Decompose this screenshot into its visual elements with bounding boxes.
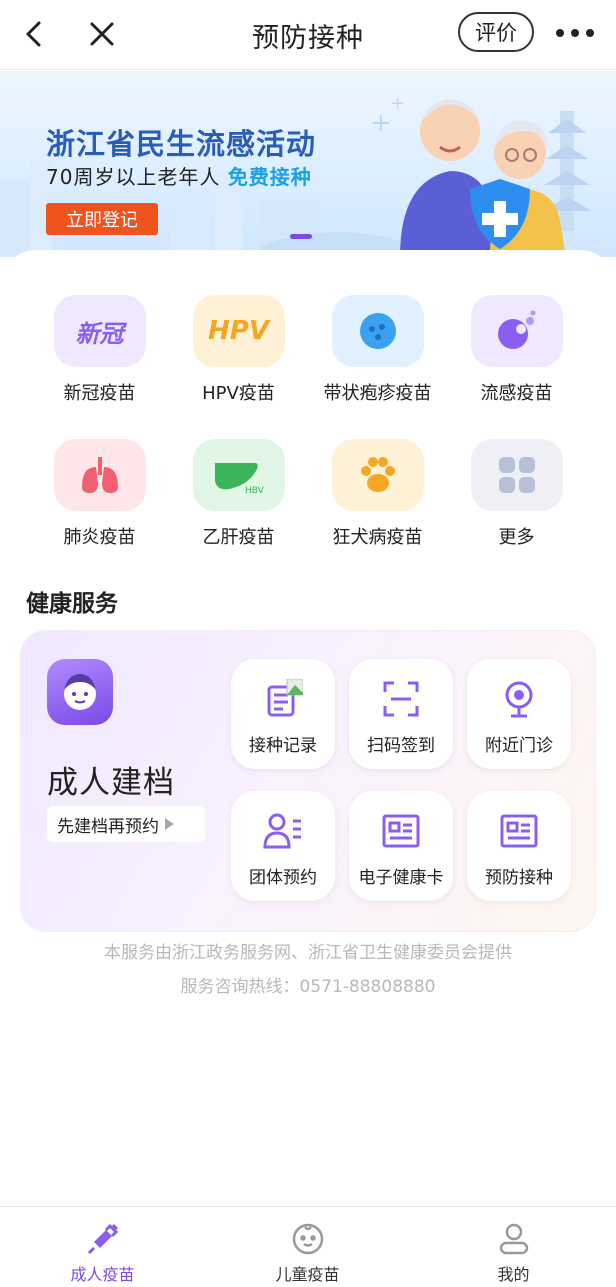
tile-label: 电子健康卡 (358, 868, 444, 888)
syringe-icon (85, 1221, 121, 1257)
vaccine-item-pneumonia[interactable]: 肺炎疫苗 (30, 439, 169, 549)
tile-nearby-clinic[interactable]: 附近门诊 (467, 659, 571, 769)
paw-icon (331, 439, 424, 511)
vaccine-label: 狂犬病疫苗 (332, 527, 423, 548)
tile-label: 扫码签到 (367, 736, 435, 756)
vaccine-item-flu[interactable]: 流感疫苗 (447, 295, 586, 405)
vaccine-item-hpv[interactable]: HPV HPV疫苗 (169, 295, 308, 405)
more-dots-icon[interactable] (550, 18, 600, 48)
tab-label: 成人疫苗 (70, 1265, 135, 1284)
vaccine-item-more[interactable]: 更多 (447, 439, 586, 549)
vaccine-label: 乙肝疫苗 (202, 527, 275, 548)
vaccination-card-icon (499, 811, 539, 851)
health-services-card: 成人建档 先建档再预约 接种记录 扫码签到 附近门诊 团体预约 电子健康卡 预防… (20, 630, 596, 932)
create-record-first-button[interactable]: 先建档再预约 (47, 806, 205, 842)
grid-more-icon (470, 439, 563, 511)
tile-e-health-card[interactable]: 电子健康卡 (349, 791, 453, 901)
avatar (47, 659, 113, 725)
lungs-icon (53, 439, 146, 511)
tab-child-vaccine[interactable]: 儿童疫苗 (205, 1207, 410, 1287)
tile-vaccination[interactable]: 预防接种 (467, 791, 571, 901)
tile-group-booking[interactable]: 团体预约 (231, 791, 335, 901)
promo-banner[interactable]: + + 浙江省民生流感活动 70周岁以上老年人 免费接种 立即登记 (0, 71, 616, 257)
banner-subtitle: 70周岁以上老年人 免费接种 (46, 161, 312, 190)
vaccine-label: 更多 (498, 527, 535, 548)
adult-record-title[interactable]: 成人建档 (47, 757, 175, 802)
vaccine-label: 流感疫苗 (480, 383, 553, 404)
bottom-tab-bar: 成人疫苗 儿童疫苗 我的 (0, 1206, 616, 1287)
covid-icon: 新冠 (53, 295, 146, 367)
vaccine-label: 新冠疫苗 (63, 383, 136, 404)
hpv-icon: HPV (192, 295, 285, 367)
vaccine-label: HPV疫苗 (202, 383, 275, 404)
play-arrow-icon (165, 818, 174, 830)
vaccine-item-rabies[interactable]: 狂犬病疫苗 (308, 439, 447, 549)
tab-adult-vaccine[interactable]: 成人疫苗 (0, 1207, 205, 1287)
tab-mine[interactable]: 我的 (411, 1207, 616, 1287)
main-content: 新冠 新冠疫苗 HPV HPV疫苗 带状疱疹疫苗 流感疫苗 肺炎疫苗 HBV 乙… (0, 250, 616, 1206)
hotline-note: 服务咨询热线：0571-88808880 (180, 977, 436, 997)
vaccine-item-herpes-zoster[interactable]: 带状疱疹疫苗 (308, 295, 447, 405)
record-icon (263, 679, 303, 719)
herpes-zoster-icon (331, 295, 424, 367)
elderly-couple-illustration (400, 99, 592, 257)
banner-subtitle-text: 70周岁以上老年人 (46, 165, 228, 189)
banner-title: 浙江省民生流感活动 (46, 127, 317, 161)
user-icon (496, 1221, 532, 1257)
top-bar: 预防接种 评价 (0, 0, 616, 70)
hbv-icon-text: HBV (245, 486, 265, 496)
vaccine-item-hepatitis-b[interactable]: HBV 乙肝疫苗 (169, 439, 308, 549)
adult-face-icon (64, 674, 96, 710)
provider-note: 本服务由浙江政务服务网、浙江省卫生健康委员会提供 (104, 943, 512, 963)
tile-vaccination-record[interactable]: 接种记录 (231, 659, 335, 769)
tile-label: 预防接种 (485, 868, 553, 888)
tile-label: 附近门诊 (485, 736, 553, 756)
location-icon (499, 679, 539, 719)
create-record-label: 先建档再预约 (57, 816, 159, 837)
hpv-icon-text: HPV (208, 316, 269, 346)
vaccine-item-covid[interactable]: 新冠 新冠疫苗 (30, 295, 169, 405)
register-now-button[interactable]: 立即登记 (46, 203, 158, 235)
vaccine-label: 肺炎疫苗 (63, 527, 136, 548)
section-title-health-services: 健康服务 (26, 591, 118, 617)
rate-button[interactable]: 评价 (458, 12, 534, 52)
baby-face-icon (290, 1221, 326, 1257)
liver-icon: HBV (192, 439, 285, 511)
tile-label: 接种记录 (249, 736, 317, 756)
tile-scan-checkin[interactable]: 扫码签到 (349, 659, 453, 769)
group-icon (263, 811, 303, 851)
vaccine-label: 带状疱疹疫苗 (323, 383, 432, 404)
tab-label: 我的 (497, 1265, 530, 1284)
vaccine-grid: 新冠 新冠疫苗 HPV HPV疫苗 带状疱疹疫苗 流感疫苗 肺炎疫苗 HBV 乙… (30, 295, 586, 549)
health-card-icon (381, 811, 421, 851)
covid-icon-text: 新冠 (75, 319, 124, 348)
tab-label: 儿童疫苗 (275, 1265, 340, 1284)
banner-subtitle-highlight: 免费接种 (227, 165, 312, 189)
carousel-indicator (290, 234, 312, 239)
tile-label: 团体预约 (249, 868, 317, 888)
scan-icon (381, 679, 421, 719)
flu-icon (470, 295, 563, 367)
